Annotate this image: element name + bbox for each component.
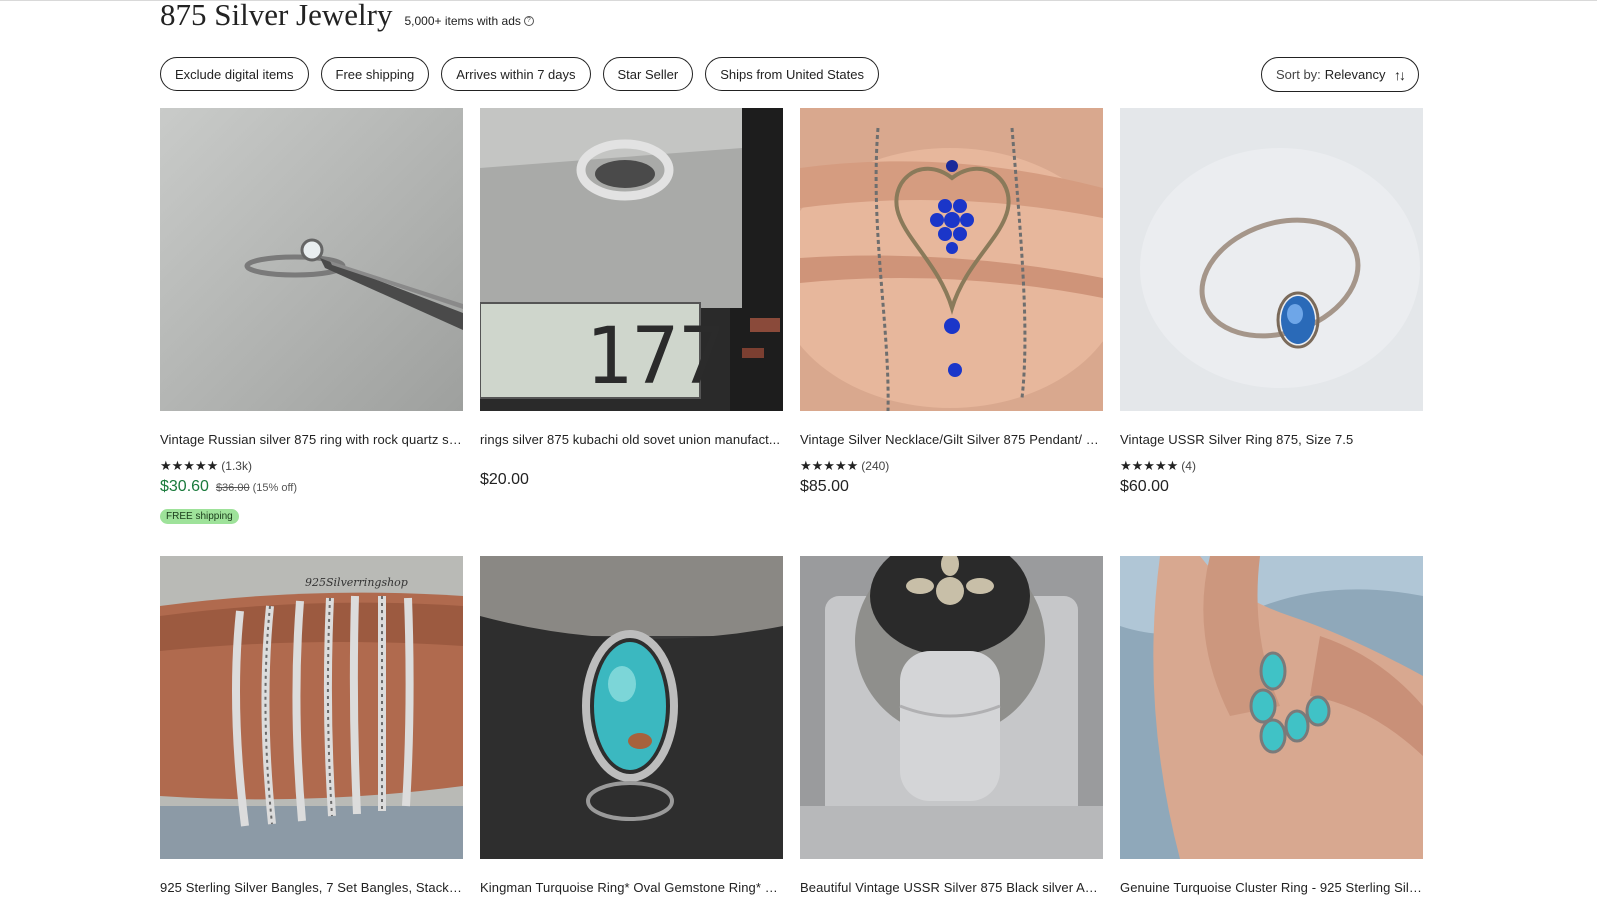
listing-card[interactable]: Vintage Silver Necklace/Gilt Silver 875 … (800, 108, 1103, 556)
scale-display: 177 (585, 312, 726, 402)
listing-title[interactable]: Genuine Turquoise Cluster Ring - 925 Ste… (1120, 880, 1423, 895)
listing-title[interactable]: Beautiful Vintage USSR Silver 875 Black … (800, 880, 1103, 895)
original-price: $36.00 (215, 482, 250, 494)
listing-title[interactable]: Vintage Russian silver 875 ring with roc… (160, 432, 463, 447)
listing-rating: ★★★★★ (1.3k) (160, 458, 463, 473)
ring-on-scale-photo: 177 (480, 108, 783, 411)
bangles-on-wrist-photo: 925Silverringshop (160, 556, 463, 859)
free-shipping-badge: FREE shipping (160, 509, 239, 524)
listing-card[interactable]: Kingman Turquoise Ring* Oval Gemstone Ri… (480, 556, 783, 895)
listing-card[interactable]: Genuine Turquoise Cluster Ring - 925 Ste… (1120, 556, 1423, 895)
listing-image[interactable] (1120, 108, 1423, 411)
page-title: 875 Silver Jewelry (160, 0, 393, 32)
star-rating-icon: ★★★★★ (1120, 458, 1179, 473)
listing-title[interactable]: Vintage USSR Silver Ring 875, Size 7.5 (1120, 432, 1423, 447)
price: $20.00 (480, 471, 529, 488)
listing-rating: ★★★★★ (240) (800, 458, 1103, 473)
filter-chips: Exclude digital items Free shipping Arri… (160, 57, 879, 91)
listing-image[interactable]: 925Silverringshop (160, 556, 463, 859)
filter-exclude-digital[interactable]: Exclude digital items (160, 57, 309, 91)
listing-image[interactable] (800, 108, 1103, 411)
filter-free-shipping[interactable]: Free shipping (320, 57, 430, 91)
star-rating-icon: ★★★★★ (800, 458, 859, 473)
sort-dropdown[interactable]: Sort by: Relevancy ↑↓ (1261, 57, 1419, 92)
filter-ships-from-us[interactable]: Ships from United States (705, 57, 879, 91)
listing-image[interactable] (1120, 556, 1423, 859)
listing-grid: Vintage Russian silver 875 ring with roc… (160, 108, 1423, 895)
shop-watermark: 925Silverringshop (305, 576, 408, 589)
listing-card[interactable]: Vintage Russian silver 875 ring with roc… (160, 108, 463, 556)
question-circle-icon[interactable]: ? (523, 16, 534, 26)
listing-card[interactable]: Vintage USSR Silver Ring 875, Size 7.5 ★… (1120, 108, 1423, 556)
price-line: $30.60 $36.00 (15% off) (160, 478, 463, 496)
price: $60.00 (1120, 478, 1169, 495)
review-count: (1.3k) (221, 459, 252, 473)
review-count: (240) (861, 459, 890, 473)
result-count-text: 5,000+ items with ads (404, 14, 521, 28)
listing-rating: ★★★★★ (4) (1120, 458, 1423, 473)
listing-image[interactable]: 177 (480, 108, 783, 411)
ring-tweezers-photo (160, 108, 463, 411)
sort-value: Relevancy (1324, 67, 1386, 82)
sort-arrows-icon: ↑↓ (1394, 66, 1406, 83)
listing-title[interactable]: rings silver 875 kubachi old sovet union… (480, 432, 783, 447)
listing-card[interactable]: 177 rings silver 875 kubachi old sovet u… (480, 108, 783, 556)
review-count: (4) (1181, 459, 1196, 473)
listing-image[interactable] (800, 556, 1103, 859)
listing-title[interactable]: Vintage Silver Necklace/Gilt Silver 875 … (800, 432, 1103, 447)
signet-ring-display-photo (800, 556, 1103, 859)
price: $85.00 (800, 478, 849, 495)
price-line: $85.00 (800, 478, 1103, 496)
turquoise-oval-ring-photo (480, 556, 783, 859)
heart-pendant-photo (800, 108, 1103, 411)
sale-price: $30.60 (160, 478, 209, 495)
listing-title[interactable]: Kingman Turquoise Ring* Oval Gemstone Ri… (480, 880, 783, 895)
discount-percent: (15% off) (252, 482, 298, 494)
sort-label: Sort by: (1276, 67, 1321, 82)
star-rating-icon: ★★★★★ (160, 458, 219, 473)
result-count: 5,000+ items with ads ? (404, 14, 534, 28)
listing-card[interactable]: 925Silverringshop 925 Sterling Silver Ba… (160, 556, 463, 895)
blue-stone-ring-photo (1120, 108, 1423, 411)
search-header: 875 Silver Jewelry 5,000+ items with ads… (160, 0, 534, 30)
price-line: $20.00 (480, 452, 783, 489)
listing-image[interactable] (480, 556, 783, 859)
filter-star-seller[interactable]: Star Seller (602, 57, 694, 91)
listing-image[interactable] (160, 108, 463, 411)
listing-card[interactable]: Beautiful Vintage USSR Silver 875 Black … (800, 556, 1103, 895)
turquoise-cluster-ring-photo (1120, 556, 1423, 859)
filter-arrives-7-days[interactable]: Arrives within 7 days (441, 57, 591, 91)
price-line: $60.00 (1120, 478, 1423, 496)
listing-title[interactable]: 925 Sterling Silver Bangles, 7 Set Bangl… (160, 880, 463, 895)
